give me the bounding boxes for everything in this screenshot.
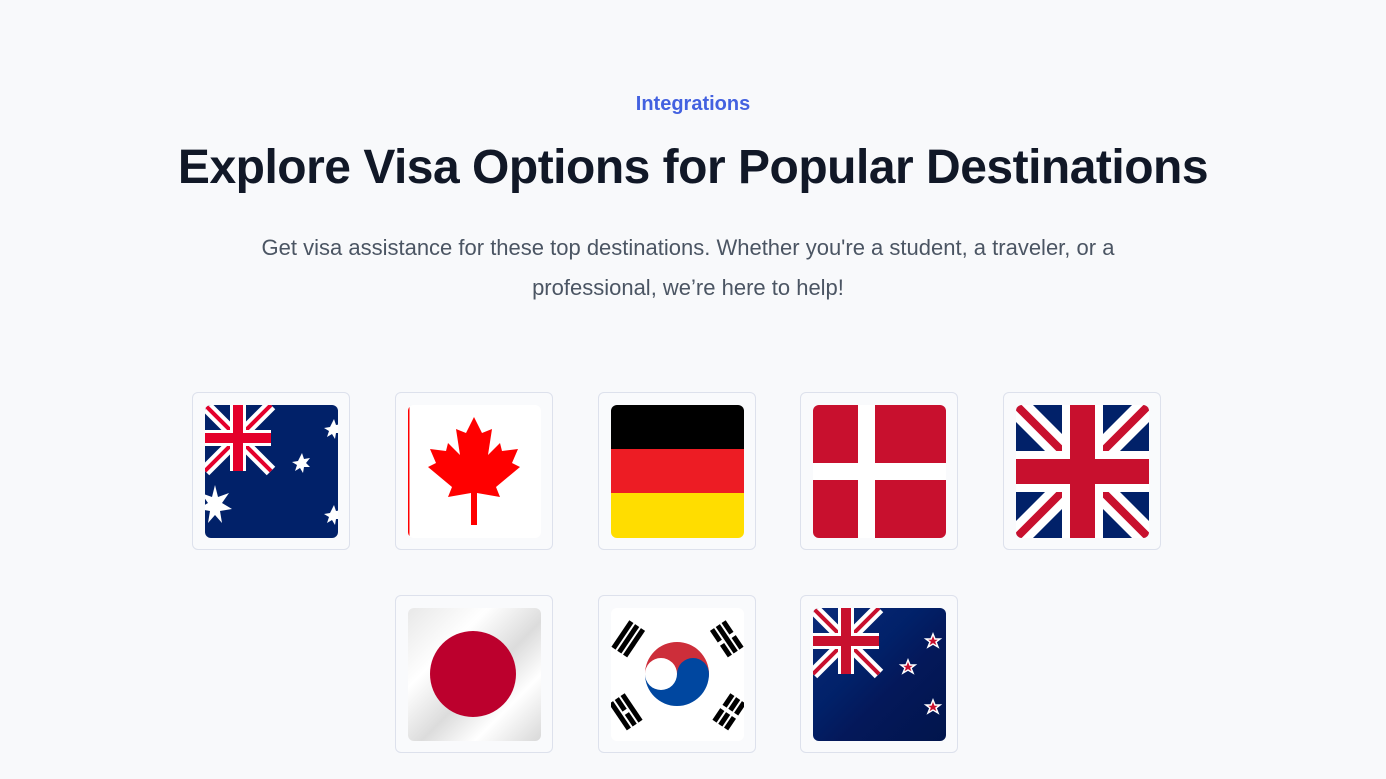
destination-tile-germany[interactable]	[598, 392, 756, 550]
canada-flag-icon	[408, 405, 541, 538]
destination-tile-south-korea[interactable]	[598, 595, 756, 753]
destination-tile-denmark[interactable]	[800, 392, 958, 550]
section-eyebrow: Integrations	[635, 93, 751, 115]
australia-flag-icon	[205, 405, 338, 538]
united-kingdom-flag-icon	[1016, 405, 1149, 538]
destination-tile-canada[interactable]	[395, 392, 553, 550]
section-subtitle: Get visa assistance for these top destin…	[261, 235, 1115, 300]
germany-flag-icon	[611, 405, 744, 538]
japan-flag-icon	[408, 608, 541, 741]
destination-tile-japan[interactable]	[395, 595, 553, 753]
south-korea-flag-icon	[611, 608, 744, 741]
destination-tile-new-zealand[interactable]	[800, 595, 958, 753]
denmark-flag-icon	[813, 405, 946, 538]
new-zealand-flag-icon	[813, 608, 946, 741]
destination-tile-united-kingdom[interactable]	[1003, 392, 1161, 550]
destination-tile-australia[interactable]	[192, 392, 350, 550]
section-title: Explore Visa Options for Popular Destina…	[177, 141, 1209, 194]
